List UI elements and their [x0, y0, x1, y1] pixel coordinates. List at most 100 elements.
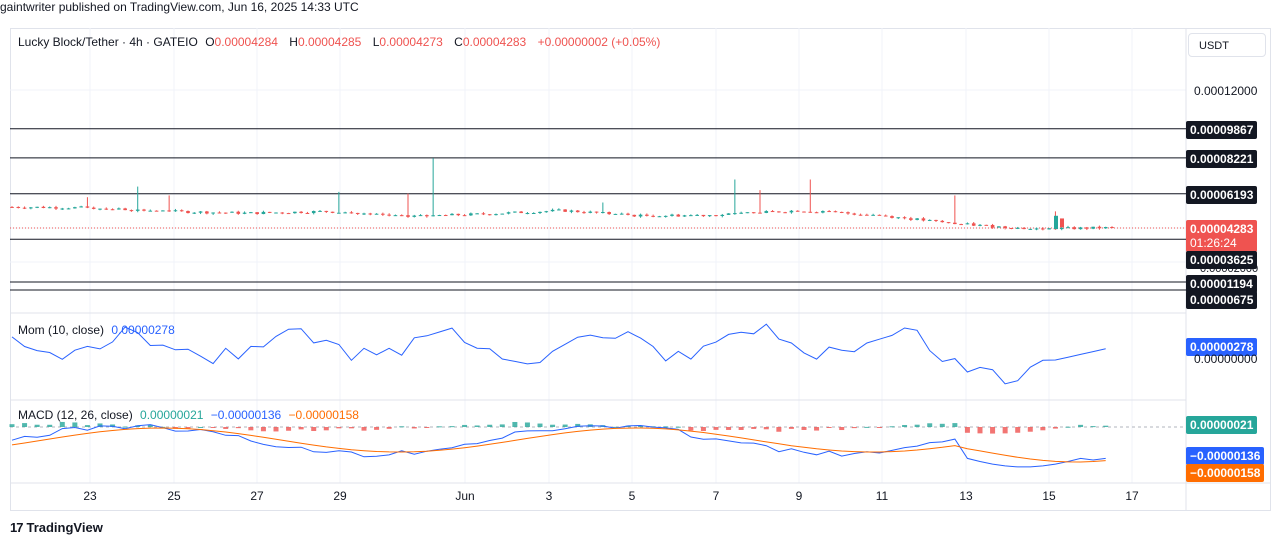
candle-body	[513, 211, 517, 213]
candle-body	[1060, 218, 1064, 228]
macd-hist-bar	[977, 427, 983, 434]
candle-body	[343, 212, 347, 214]
tradingview-logo[interactable]: 17 TradingView	[10, 520, 103, 535]
candle-body	[638, 214, 643, 217]
candle-body	[462, 215, 467, 217]
candle-body	[651, 215, 655, 217]
candle-body	[330, 211, 335, 213]
macd-hist-bar	[248, 427, 254, 431]
macd-hist-bar	[726, 427, 732, 430]
candle-body	[883, 215, 888, 217]
macd-hist-bar	[298, 427, 304, 430]
macd-hist-bar	[499, 424, 505, 427]
macd-hist-bar	[84, 425, 90, 427]
candle-body	[519, 211, 523, 214]
macd-hist-bar	[939, 423, 945, 427]
symbol-legend[interactable]: Lucky Block/Tether · 4h · GATEIO O0.0000…	[18, 35, 664, 49]
macd-hist-bar	[512, 421, 518, 427]
momentum-legend[interactable]: Mom (10, close) 0.00000278	[18, 323, 179, 337]
x-tick: 7	[712, 489, 720, 503]
macd-hist-bar	[311, 427, 317, 432]
candle-body	[450, 213, 454, 216]
candle-body	[1003, 226, 1007, 228]
candle-body	[443, 215, 448, 217]
candle-body	[22, 207, 27, 209]
macd-hist-bar	[59, 421, 65, 427]
tradingview-logo-icon: 17	[10, 520, 24, 535]
candle-body	[682, 215, 687, 217]
macd-hist-bar	[223, 427, 229, 429]
candle-body	[1041, 228, 1045, 230]
candle-body	[858, 214, 863, 216]
candle-body	[959, 224, 963, 226]
candle-body	[211, 212, 215, 214]
candle-body	[293, 211, 297, 214]
macd-hist-bar	[839, 427, 845, 431]
currency-selector[interactable]: USDT	[1188, 33, 1266, 57]
candle-body	[318, 210, 322, 212]
candle-body	[10, 206, 14, 208]
x-tick: 3	[545, 489, 553, 503]
bar-countdown: 01:26:24	[1190, 236, 1237, 250]
candle-body	[733, 213, 737, 215]
candle-body	[129, 210, 134, 212]
macd-hist-axis-label: 0.00000021	[1186, 416, 1258, 434]
macd-hist-bar	[1052, 427, 1058, 429]
candle-body	[230, 211, 234, 213]
candle-body	[896, 217, 901, 219]
macd-hist-bar	[9, 424, 15, 427]
candle-body	[425, 215, 429, 217]
candle-body	[255, 212, 259, 215]
candle-body	[626, 213, 630, 215]
macd-hist-bar	[323, 427, 329, 431]
candle-body	[249, 212, 253, 214]
candle-body	[783, 212, 787, 214]
macd-hist-bar	[386, 427, 392, 429]
candle-body	[223, 212, 228, 214]
candle-body	[387, 214, 391, 216]
candle-body	[852, 213, 857, 215]
x-tick: 25	[167, 489, 181, 503]
candle-body	[431, 215, 435, 217]
macd-hist-bar	[688, 427, 694, 431]
macd-legend[interactable]: MACD (12, 26, close) 0.00000021 −0.00000…	[18, 408, 363, 422]
candle-body	[1028, 228, 1033, 230]
high-value: 0.00004285	[297, 35, 362, 49]
level-label-2: 0.00008221	[1186, 150, 1258, 168]
candle-body	[242, 212, 247, 214]
candle-body	[381, 213, 385, 215]
x-tick: 11	[875, 489, 889, 503]
candle-body	[337, 212, 341, 214]
candle-body	[915, 218, 919, 220]
macd-hist-bar	[487, 424, 493, 427]
level-label-6: 0.00000675	[1186, 291, 1258, 309]
candle-body	[607, 212, 611, 215]
candle-body	[217, 212, 222, 214]
x-tick: 15	[1042, 489, 1056, 503]
candle-body	[984, 224, 989, 226]
candle-body	[726, 213, 731, 215]
candle-body	[613, 213, 618, 215]
candle-body	[324, 210, 329, 212]
low-value: 0.00004273	[379, 35, 443, 49]
macd-hist-bar	[952, 423, 958, 427]
macd-hist-bar	[424, 427, 430, 428]
candle-body	[940, 220, 945, 223]
candle-body	[890, 216, 894, 218]
candle-body	[827, 211, 831, 213]
candle-body	[619, 213, 624, 215]
candle-body	[236, 211, 241, 214]
candle-body	[670, 214, 674, 216]
candle-body	[789, 210, 794, 213]
macd-hist-bar	[864, 426, 870, 428]
price-chart[interactable]	[0, 0, 1281, 546]
x-tick: 29	[333, 489, 347, 503]
macd-hist-bar	[876, 427, 882, 428]
open-value: 0.00004284	[214, 35, 278, 49]
macd-hist-bar	[889, 426, 895, 428]
candle-body	[1047, 228, 1051, 230]
candle-body	[280, 212, 285, 214]
macd-hist-bar	[1015, 427, 1021, 433]
level-label-3: 0.00006193	[1186, 186, 1258, 204]
candle-body	[1034, 228, 1039, 230]
